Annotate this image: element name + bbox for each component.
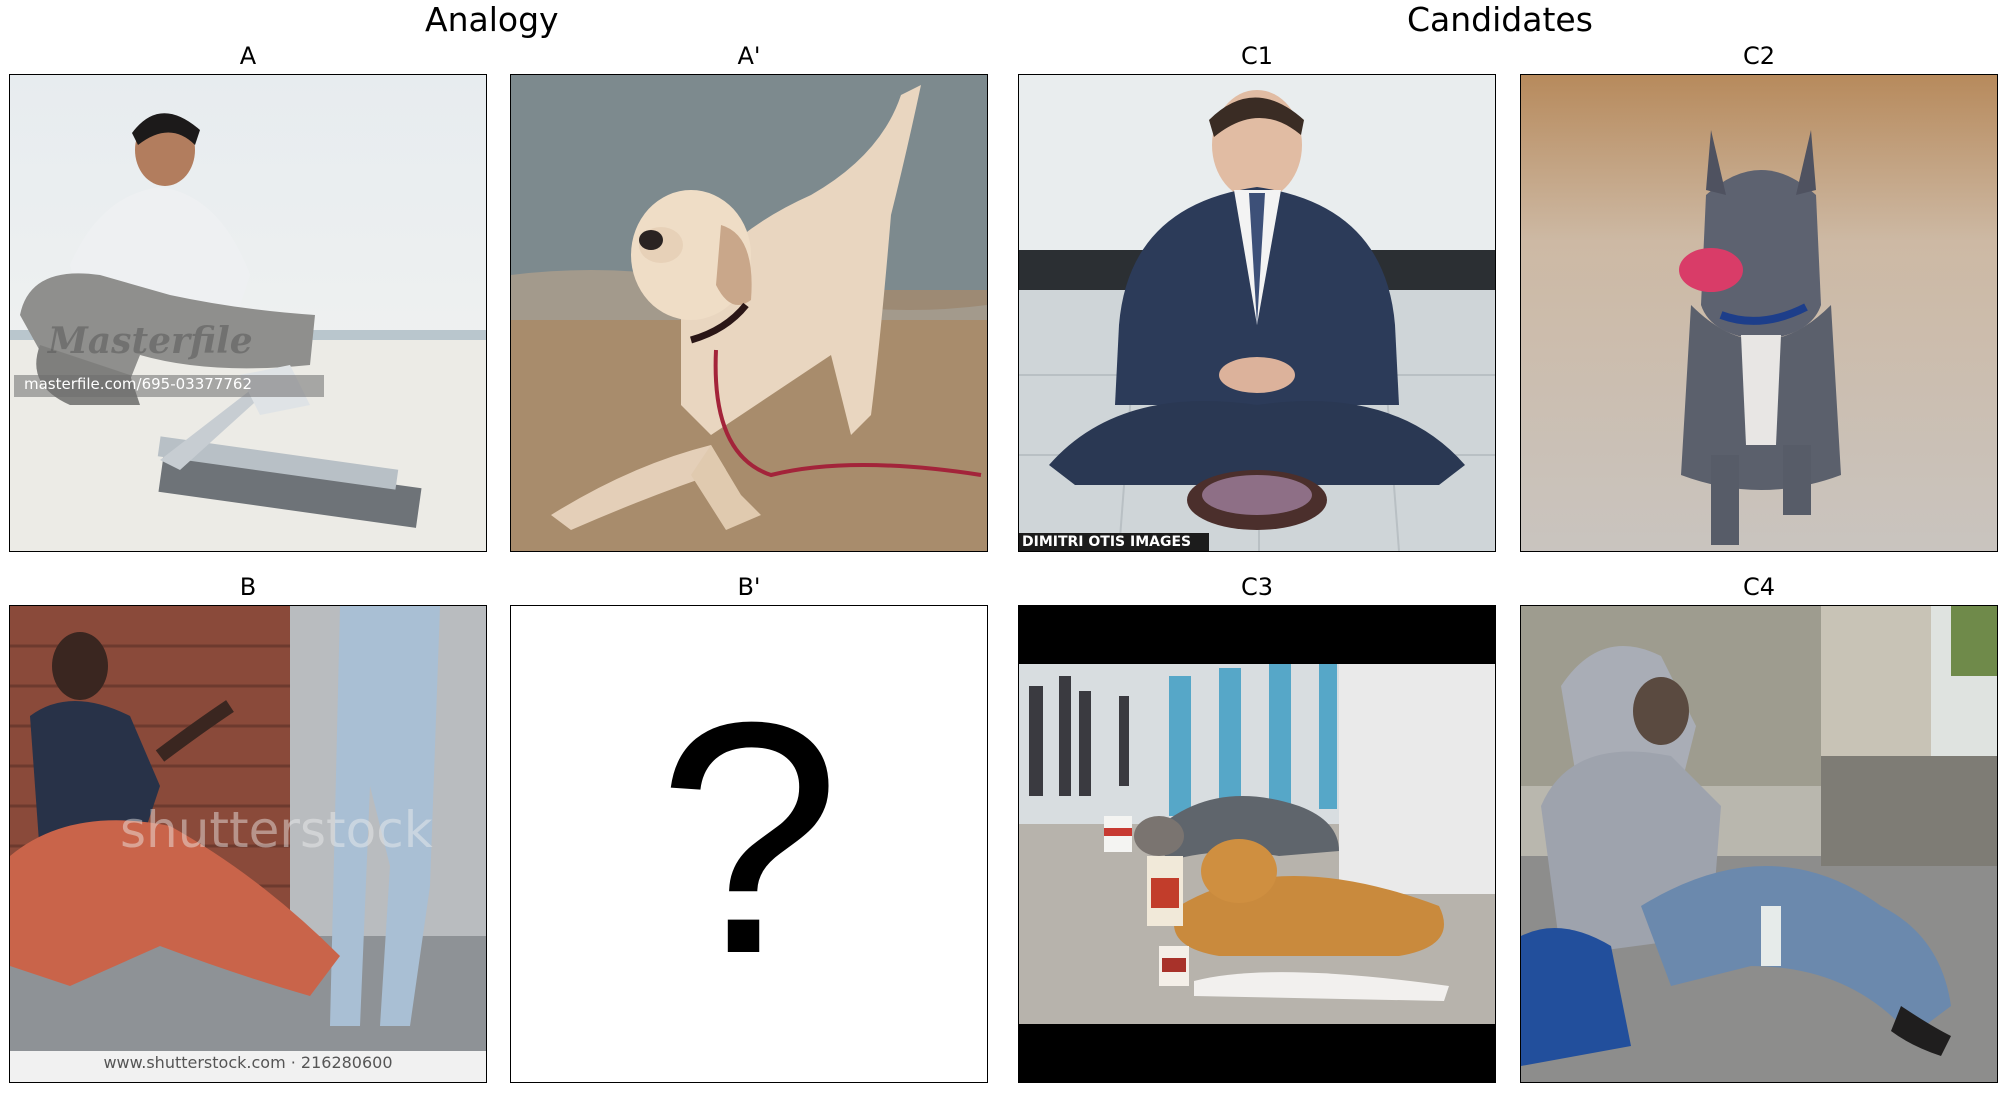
- question-mark-glyph: ?: [657, 653, 841, 1022]
- image-b-young-man-begging: shutterstock www.shutterstock.com · 2162…: [9, 605, 487, 1083]
- image-c4-hooded-man-sitting: [1520, 605, 1998, 1083]
- image-c3-art: [1019, 606, 1495, 1082]
- image-b-prime-unknown: ?: [510, 605, 988, 1083]
- candidates-title: Candidates: [1407, 0, 1593, 39]
- image-c4-art: [1521, 606, 1997, 1082]
- image-a-prime-dog-beach: [510, 74, 988, 552]
- panel-label-b-prime: B': [737, 573, 761, 601]
- analogy-title: Analogy: [425, 0, 559, 39]
- image-b-footer: www.shutterstock.com · 216280600: [103, 1053, 393, 1072]
- image-a-art: [10, 75, 486, 551]
- watermark-shutterstock: shutterstock: [120, 801, 433, 859]
- image-c2-running-dog: [1520, 74, 1998, 552]
- panel-label-c3: C3: [1240, 573, 1274, 601]
- watermark-masterfile: Masterfile: [48, 320, 253, 362]
- image-c2-art: [1521, 75, 1997, 551]
- photo-credit: DIMITRI OTIS IMAGES: [1022, 534, 1192, 550]
- panel-label-c2: C2: [1742, 42, 1776, 70]
- image-a-man-sweeping-beach: Masterfile masterfile.com/695-03377762: [9, 74, 487, 552]
- image-a-prime-art: [511, 75, 987, 551]
- panel-label-a-prime: A': [737, 42, 761, 70]
- image-c1-businessman-begging: DIMITRI OTIS IMAGES: [1018, 74, 1496, 552]
- watermark-masterfile-sub: masterfile.com/695-03377762: [14, 375, 324, 397]
- image-c3-man-with-dog-and-cat: [1018, 605, 1496, 1083]
- image-c1-art: [1019, 75, 1495, 551]
- panel-label-c1: C1: [1240, 42, 1274, 70]
- panel-label-a: A: [239, 42, 257, 70]
- panel-label-c4: C4: [1742, 573, 1776, 601]
- panel-label-b: B: [239, 573, 257, 601]
